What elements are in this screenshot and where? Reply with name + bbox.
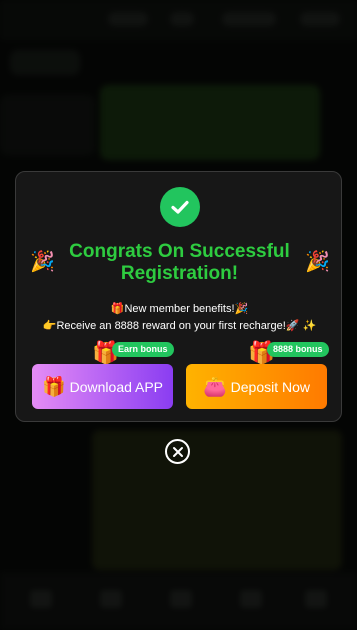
deposit-bonus-badge: 8888 bonus	[267, 342, 329, 357]
benefit-text: 🎁New member benefits!🎉	[110, 303, 249, 315]
modal-title: Congrats On Successful Registration!	[69, 241, 290, 284]
deposit-now-button[interactable]: 👛 Deposit Now	[186, 364, 327, 409]
party-popper-icon: 🎉	[305, 251, 330, 273]
close-modal-button[interactable]	[165, 439, 190, 464]
registration-success-modal: 🎉 Congrats On Successful Registration! 🎉…	[15, 171, 342, 422]
download-app-label: Download APP	[69, 378, 164, 395]
check-circle-icon	[160, 187, 200, 227]
earn-bonus-badge: Earn bonus	[112, 342, 174, 357]
party-popper-icon: 🎉	[30, 251, 55, 273]
close-icon	[172, 446, 183, 457]
wallet-icon: 👛	[202, 376, 227, 398]
deposit-now-label: Deposit Now	[230, 378, 311, 395]
gift-icon: 🎁	[41, 376, 66, 398]
reward-text: 👉Receive an 8888 reward on your first re…	[42, 320, 317, 332]
download-app-button[interactable]: 🎁 Download APP	[32, 364, 173, 409]
